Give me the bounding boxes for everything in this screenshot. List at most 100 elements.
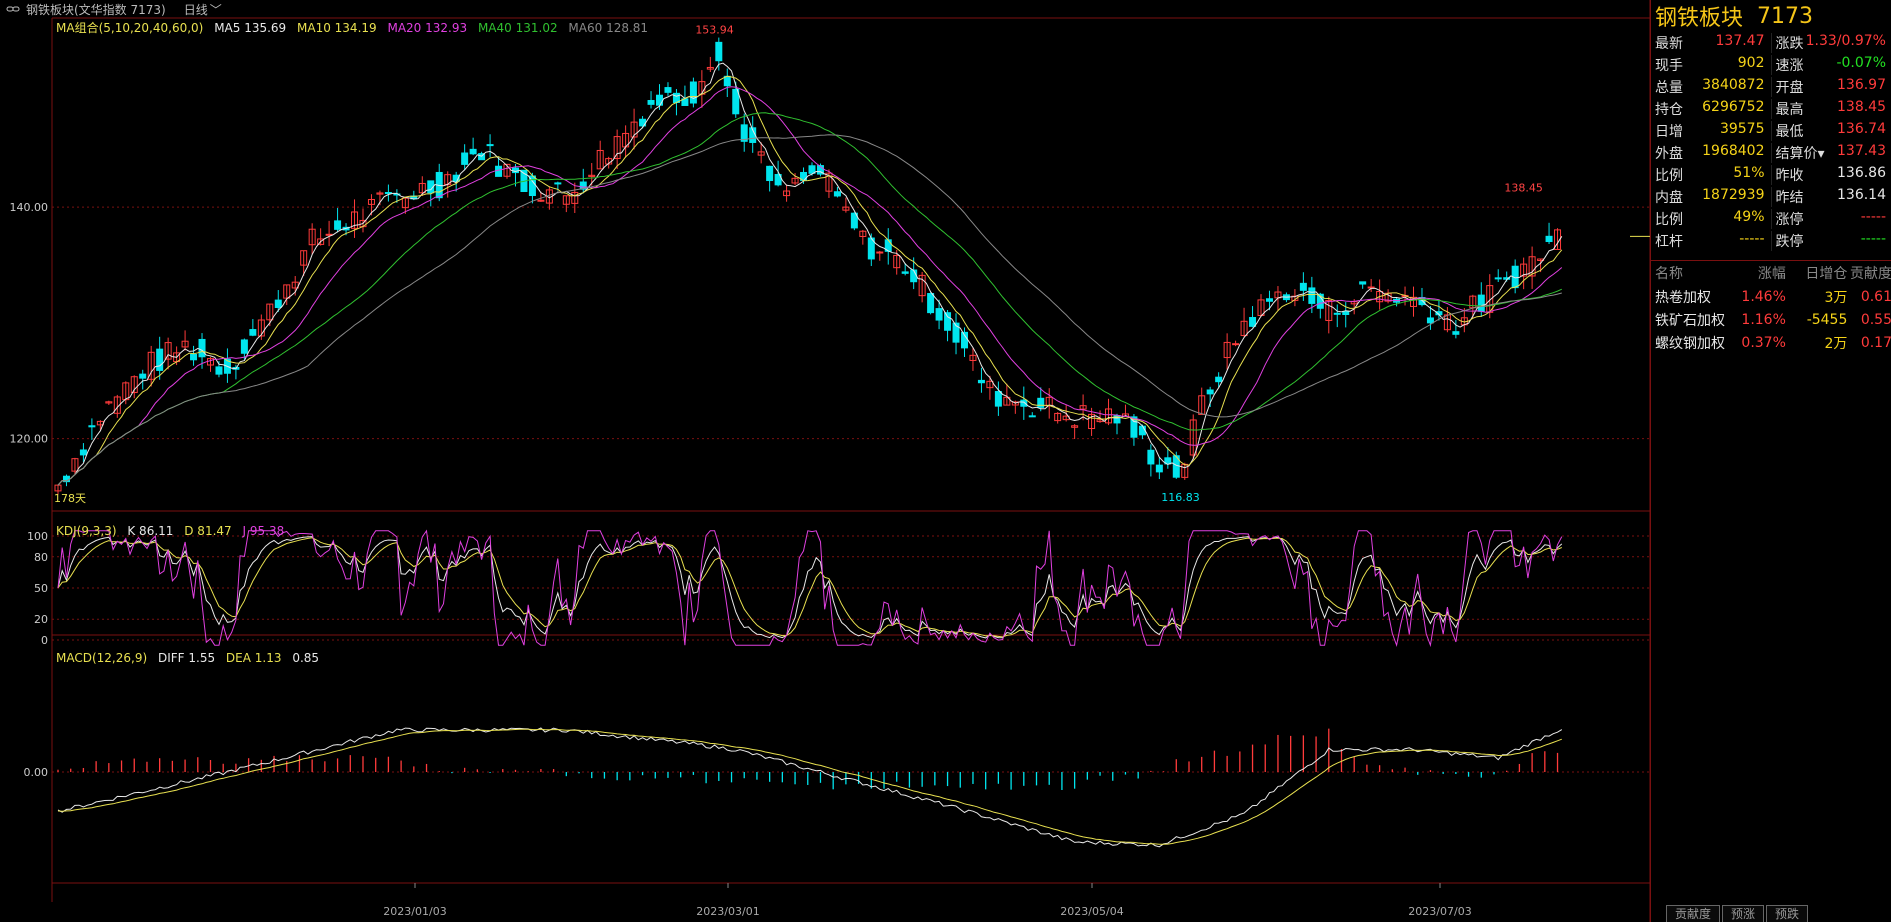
tab-expected-down[interactable]: 预跌: [1766, 905, 1809, 922]
instrument-code: 7173: [1757, 3, 1814, 29]
quote-table: 最新 137.47 涨跌 1.33/0.97% 现手 902 速涨 -0.07% 总量 38408…: [1651, 32, 1891, 252]
contrib-row[interactable]: 铁矿石加权 1.16% -5455 0.55: [1651, 308, 1891, 331]
quote-label: 开盘: [1775, 80, 1804, 96]
candle-body: [156, 348, 164, 371]
macd-legend-label[interactable]: MACD(12,26,9): [56, 651, 147, 665]
quote-panel: 钢铁板块 7173 最新 137.47 涨跌 1.33/0.97% 现手 902 速涨 -0.…: [1650, 0, 1891, 922]
quote-cell: 最新 137.47: [1651, 33, 1772, 53]
candle-body: [910, 269, 918, 283]
contrib-contrib: 0.55: [1860, 311, 1891, 328]
tab-expected-up[interactable]: 预涨: [1722, 905, 1765, 922]
candle-body: [1020, 399, 1028, 407]
contrib-header-contrib[interactable]: 贡献度: [1847, 263, 1891, 283]
contrib-name: 热卷加权: [1655, 289, 1711, 306]
quote-row: 比例 49% 涨停 -----: [1651, 208, 1891, 230]
kdj-axis-label: 50: [34, 582, 48, 595]
contrib-oi: -5455: [1806, 311, 1848, 328]
kdj-k: K 86.11: [127, 524, 174, 538]
price-axis-label: 140.00: [10, 201, 49, 214]
quote-label: 现手: [1655, 58, 1683, 74]
quote-cell: 总量 3840872: [1651, 77, 1772, 97]
date-axis-label: 2023/07/03: [1408, 905, 1471, 918]
contrib-header-name[interactable]: 名称: [1651, 263, 1734, 283]
quote-row: 最新 137.47 涨跌 1.33/0.97%: [1651, 32, 1891, 54]
candle-body: [88, 425, 96, 428]
candle-body: [79, 449, 87, 456]
quote-cell: 跌停 -----: [1772, 231, 1891, 251]
chart-area[interactable]: 140.00 120.00 153.94 116.83 138.45 178天 100 80 5…: [0, 0, 1650, 922]
quote-label[interactable]: 结算价▾: [1776, 143, 1825, 163]
quote-value: -----: [1860, 209, 1886, 225]
quote-value: 137.47: [1715, 33, 1765, 49]
low-annotation: 116.83: [1161, 491, 1200, 504]
quote-label: 持仓: [1655, 102, 1683, 118]
contrib-header-oi[interactable]: 日增仓: [1786, 263, 1847, 283]
kdj-j: J 95.38: [242, 524, 285, 538]
high-annotation: 153.94: [695, 24, 734, 37]
quote-label: 内盘: [1655, 190, 1683, 206]
quote-cell: 速涨 -0.07%: [1772, 55, 1891, 75]
quote-value: 1968402: [1702, 143, 1765, 159]
quote-value: 902: [1737, 55, 1765, 71]
quote-cell: 内盘 1872939: [1651, 187, 1772, 207]
contrib-name: 螺纹钢加权: [1655, 335, 1725, 352]
quote-cell: 涨停 -----: [1772, 209, 1891, 229]
candle-body: [944, 312, 952, 331]
contrib-header-chg[interactable]: 涨幅: [1734, 263, 1786, 283]
kdj-k-line: [57, 536, 1563, 639]
days-annotation: 178天: [54, 492, 86, 505]
quote-row: 总量 3840872 开盘 136.97: [1651, 76, 1891, 98]
candle-body: [1206, 389, 1214, 395]
date-axis-label: 2023/03/01: [696, 905, 759, 918]
macd-dea-line: [57, 728, 1562, 845]
quote-row: 内盘 1872939 昨结 136.14: [1651, 186, 1891, 208]
macd-dea: DEA 1.13: [225, 651, 282, 665]
candle-body: [1367, 286, 1375, 289]
candle-body: [715, 41, 723, 62]
ma-legend-label[interactable]: MA组合(5,10,20,40,60,0): [56, 21, 203, 35]
ma5-line: [57, 62, 1563, 486]
quote-cell: 比例 49%: [1651, 209, 1772, 229]
candle-body: [901, 271, 909, 274]
candle-body: [935, 308, 943, 321]
kdj-legend: KDJ(9,3,3) K 86.11 D 81.47 J 95.38: [56, 524, 291, 538]
candle-body: [215, 366, 223, 375]
kdj-axis-label: 20: [34, 613, 48, 626]
quote-value: 6296752: [1702, 99, 1765, 115]
quote-cell: 最高 138.45: [1772, 99, 1891, 119]
quote-cell: 最低 136.74: [1772, 121, 1891, 141]
candle-body: [1215, 376, 1223, 383]
candle-body: [833, 191, 841, 197]
quote-cell: 外盘 1968402: [1651, 143, 1772, 163]
quote-label: 外盘: [1655, 146, 1683, 162]
candle-body: [1359, 281, 1367, 285]
contrib-row[interactable]: 螺纹钢加权 0.37% 2万 0.17: [1651, 331, 1891, 354]
quote-row: 比例 51% 昨收 136.86: [1651, 164, 1891, 186]
contrib-contrib: 0.61: [1860, 288, 1891, 305]
ma20-legend: MA20 132.93: [387, 21, 468, 35]
candle-body: [1299, 282, 1307, 291]
candle-body: [876, 251, 884, 254]
kdj-legend-label[interactable]: KDJ(9,3,3): [56, 524, 117, 538]
quote-value: 1.33/0.97%: [1805, 33, 1886, 49]
candle-body: [495, 165, 503, 177]
candle-body: [647, 100, 655, 105]
contrib-row[interactable]: 热卷加权 1.46% 3万 0.61: [1651, 285, 1891, 308]
quote-label: 昨结: [1775, 190, 1804, 206]
contrib-oi: 3万: [1824, 289, 1848, 306]
ma40-legend: MA40 131.02: [477, 21, 558, 35]
candle-body: [240, 339, 248, 354]
candle-body: [537, 199, 545, 202]
candle-body: [1138, 425, 1146, 436]
candle-body: [1333, 312, 1341, 315]
tab-contrib[interactable]: 贡献度: [1666, 905, 1721, 922]
macd-value: 0.85: [292, 651, 320, 665]
contrib-chg: 1.16%: [1741, 311, 1786, 328]
quote-cell: 日增 39575: [1651, 121, 1772, 141]
candle-body: [1477, 294, 1485, 312]
contrib-header: 名称 涨幅 日增仓 贡献度: [1651, 261, 1891, 285]
candle-body: [689, 81, 697, 104]
candle-body: [469, 148, 477, 155]
candle-body: [274, 299, 282, 309]
quote-row: 现手 902 速涨 -0.07%: [1651, 54, 1891, 76]
